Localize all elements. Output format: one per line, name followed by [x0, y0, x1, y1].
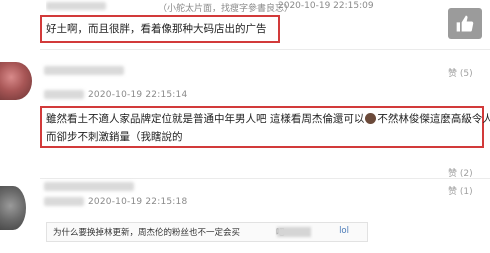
blurred-username — [44, 197, 84, 206]
previous-comment-meta: （小舵太片面，找瘦字參書良忘） 2020-10-19 22:15:09 — [46, 0, 446, 12]
thumbs-up-icon — [456, 15, 474, 32]
comment-text: 雖然看土不適人家品牌定位就是普通中年男人吧 這樣看周杰倫還可以 — [46, 113, 365, 125]
comment-text-line-1: 雖然看土不適人家品牌定位就是普通中年男人吧 這樣看周杰倫還可以 不然林俊傑這麼高級… — [46, 112, 490, 126]
divider — [40, 49, 490, 50]
highlighted-comment-2: 雖然看土不適人家品牌定位就是普通中年男人吧 這樣看周杰倫還可以 不然林俊傑這麼高級… — [40, 106, 490, 148]
comment-time: 2020-10-19 22:15:14 — [88, 90, 188, 100]
like-count[interactable]: 赞 (5) — [448, 66, 473, 79]
reply-text-main: 为什么要换掉林更新，周杰伦的粉丝也不一定会买 — [53, 228, 241, 238]
highlighted-comment-1: 好土啊，而且很胖，看着像那种大码店出的广告 — [40, 15, 280, 43]
comment-text: 好土啊，而且很胖，看着像那种大码店出的广告 — [46, 23, 267, 35]
avatar[interactable] — [0, 62, 32, 100]
blurred-username — [44, 66, 124, 75]
like-button[interactable] — [448, 8, 482, 39]
previous-comment-time: 2020-10-19 22:15:09 — [278, 1, 374, 11]
blurred-username — [44, 90, 84, 99]
blurred-username — [44, 182, 134, 191]
like-count[interactable]: 赞 (1) — [448, 184, 473, 197]
blurred-username — [46, 2, 106, 10]
comment-text-line-2: 而卻步不刺激銷量（我瞎說的 — [46, 131, 183, 143]
comment-text-continued: 不然林俊傑這麼高級令人望 — [377, 113, 490, 125]
reply-text: 为什么要换掉林更新，周杰伦的粉丝也不一定会买吧 — [53, 226, 285, 238]
quoted-reply: 为什么要换掉林更新，周杰伦的粉丝也不一定会买吧 lol — [46, 222, 368, 242]
blurred-text — [277, 227, 311, 237]
previous-comment-note: （小舵太片面，找瘦字參書良忘） — [158, 4, 294, 12]
reply-lol: lol — [339, 226, 349, 236]
emoji-face-icon — [365, 113, 377, 124]
avatar[interactable] — [0, 186, 26, 230]
comment-time: 2020-10-19 22:15:18 — [88, 197, 188, 207]
divider — [40, 178, 490, 179]
